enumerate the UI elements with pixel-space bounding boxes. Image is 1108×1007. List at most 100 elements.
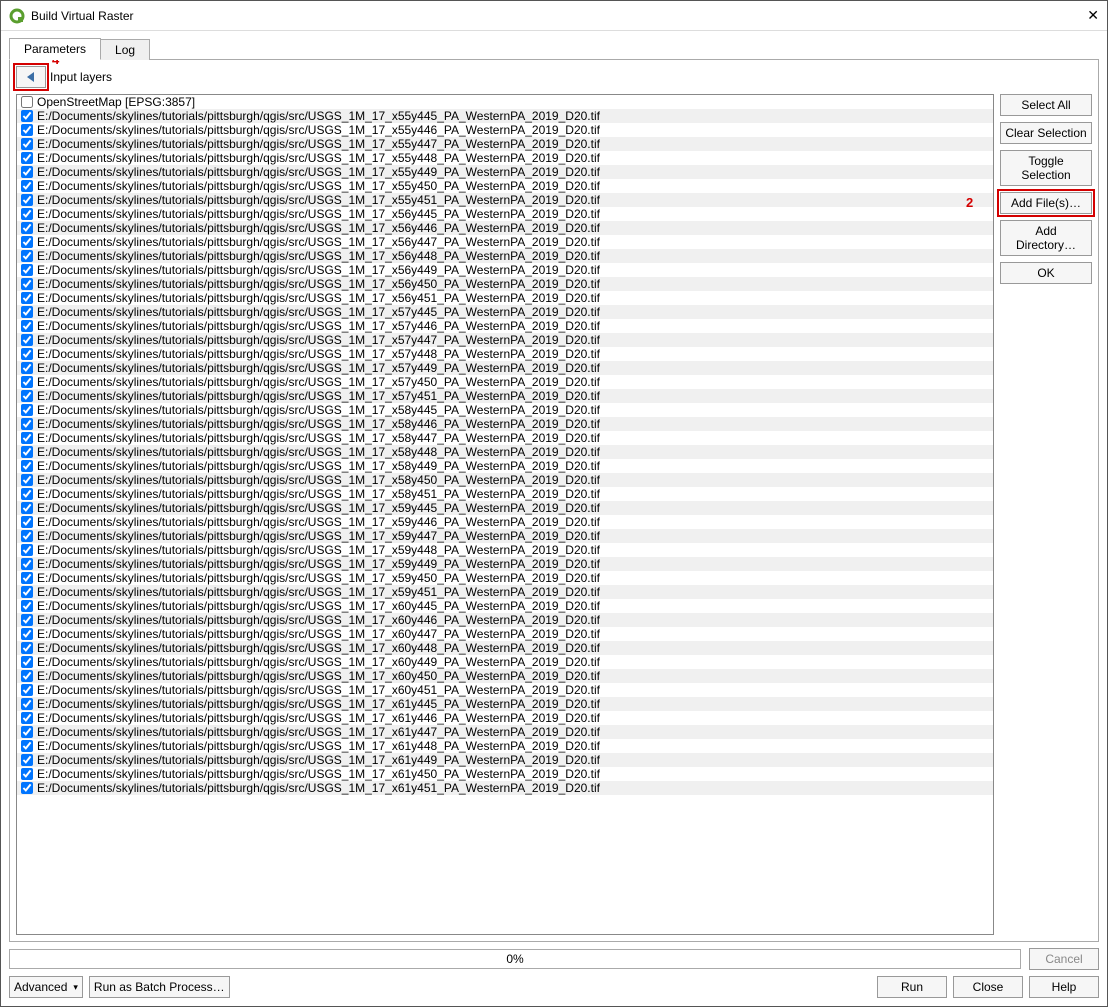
list-item[interactable]: E:/Documents/skylines/tutorials/pittsbur… bbox=[17, 137, 993, 151]
list-item-checkbox[interactable] bbox=[21, 502, 33, 514]
list-item[interactable]: E:/Documents/skylines/tutorials/pittsbur… bbox=[17, 585, 993, 599]
list-item[interactable]: E:/Documents/skylines/tutorials/pittsbur… bbox=[17, 613, 993, 627]
help-button[interactable]: Help bbox=[1029, 976, 1099, 998]
list-item[interactable]: E:/Documents/skylines/tutorials/pittsbur… bbox=[17, 543, 993, 557]
list-item[interactable]: E:/Documents/skylines/tutorials/pittsbur… bbox=[17, 333, 993, 347]
ok-button[interactable]: OK bbox=[1000, 262, 1092, 284]
list-item-checkbox[interactable] bbox=[21, 404, 33, 416]
list-item[interactable]: E:/Documents/skylines/tutorials/pittsbur… bbox=[17, 263, 993, 277]
list-item-checkbox[interactable] bbox=[21, 278, 33, 290]
list-item[interactable]: E:/Documents/skylines/tutorials/pittsbur… bbox=[17, 375, 993, 389]
list-item[interactable]: E:/Documents/skylines/tutorials/pittsbur… bbox=[17, 347, 993, 361]
list-item[interactable]: E:/Documents/skylines/tutorials/pittsbur… bbox=[17, 165, 993, 179]
list-item[interactable]: E:/Documents/skylines/tutorials/pittsbur… bbox=[17, 627, 993, 641]
list-item[interactable]: E:/Documents/skylines/tutorials/pittsbur… bbox=[17, 473, 993, 487]
list-item[interactable]: E:/Documents/skylines/tutorials/pittsbur… bbox=[17, 417, 993, 431]
list-item-checkbox[interactable] bbox=[21, 726, 33, 738]
list-item-checkbox[interactable] bbox=[21, 614, 33, 626]
list-item[interactable]: E:/Documents/skylines/tutorials/pittsbur… bbox=[17, 249, 993, 263]
list-item[interactable]: E:/Documents/skylines/tutorials/pittsbur… bbox=[17, 711, 993, 725]
list-item[interactable]: E:/Documents/skylines/tutorials/pittsbur… bbox=[17, 655, 993, 669]
list-item[interactable]: E:/Documents/skylines/tutorials/pittsbur… bbox=[17, 571, 993, 585]
run-batch-button[interactable]: Run as Batch Process… bbox=[89, 976, 230, 998]
list-item[interactable]: E:/Documents/skylines/tutorials/pittsbur… bbox=[17, 291, 993, 305]
advanced-button[interactable]: Advanced ▾ bbox=[9, 976, 83, 998]
tab-parameters[interactable]: Parameters bbox=[9, 38, 101, 60]
list-item[interactable]: E:/Documents/skylines/tutorials/pittsbur… bbox=[17, 501, 993, 515]
list-item-checkbox[interactable] bbox=[21, 628, 33, 640]
list-item[interactable]: E:/Documents/skylines/tutorials/pittsbur… bbox=[17, 403, 993, 417]
list-item-checkbox[interactable] bbox=[21, 460, 33, 472]
list-item[interactable]: E:/Documents/skylines/tutorials/pittsbur… bbox=[17, 669, 993, 683]
add-files-button[interactable]: Add File(s)… bbox=[1000, 192, 1092, 214]
list-item-checkbox[interactable] bbox=[21, 656, 33, 668]
list-item[interactable]: E:/Documents/skylines/tutorials/pittsbur… bbox=[17, 277, 993, 291]
list-item-checkbox[interactable] bbox=[21, 292, 33, 304]
list-item-checkbox[interactable] bbox=[21, 544, 33, 556]
list-item[interactable]: E:/Documents/skylines/tutorials/pittsbur… bbox=[17, 305, 993, 319]
list-item[interactable]: E:/Documents/skylines/tutorials/pittsbur… bbox=[17, 515, 993, 529]
list-item-checkbox[interactable] bbox=[21, 166, 33, 178]
list-item-checkbox[interactable] bbox=[21, 376, 33, 388]
close-button[interactable]: Close bbox=[953, 976, 1023, 998]
back-button[interactable] bbox=[16, 66, 46, 88]
list-item-checkbox[interactable] bbox=[21, 586, 33, 598]
list-item-checkbox[interactable] bbox=[21, 418, 33, 430]
list-item-checkbox[interactable] bbox=[21, 194, 33, 206]
list-item-checkbox[interactable] bbox=[21, 558, 33, 570]
list-item-checkbox[interactable] bbox=[21, 782, 33, 794]
list-item-checkbox[interactable] bbox=[21, 530, 33, 542]
list-item-checkbox[interactable] bbox=[21, 740, 33, 752]
list-item-checkbox[interactable] bbox=[21, 96, 33, 108]
list-item[interactable]: E:/Documents/skylines/tutorials/pittsbur… bbox=[17, 361, 993, 375]
list-item[interactable]: E:/Documents/skylines/tutorials/pittsbur… bbox=[17, 235, 993, 249]
list-item-checkbox[interactable] bbox=[21, 250, 33, 262]
list-item-checkbox[interactable] bbox=[21, 362, 33, 374]
list-item-checkbox[interactable] bbox=[21, 474, 33, 486]
list-item-checkbox[interactable] bbox=[21, 698, 33, 710]
list-item[interactable]: E:/Documents/skylines/tutorials/pittsbur… bbox=[17, 179, 993, 193]
list-item-checkbox[interactable] bbox=[21, 642, 33, 654]
list-item-checkbox[interactable] bbox=[21, 306, 33, 318]
list-item[interactable]: E:/Documents/skylines/tutorials/pittsbur… bbox=[17, 109, 993, 123]
list-item[interactable]: OpenStreetMap [EPSG:3857] bbox=[17, 95, 993, 109]
list-item[interactable]: E:/Documents/skylines/tutorials/pittsbur… bbox=[17, 389, 993, 403]
list-item-checkbox[interactable] bbox=[21, 138, 33, 150]
list-item-checkbox[interactable] bbox=[21, 124, 33, 136]
list-item-checkbox[interactable] bbox=[21, 152, 33, 164]
list-item-checkbox[interactable] bbox=[21, 712, 33, 724]
list-item[interactable]: E:/Documents/skylines/tutorials/pittsbur… bbox=[17, 319, 993, 333]
clear-selection-button[interactable]: Clear Selection bbox=[1000, 122, 1092, 144]
list-item[interactable]: E:/Documents/skylines/tutorials/pittsbur… bbox=[17, 487, 993, 501]
list-item-checkbox[interactable] bbox=[21, 768, 33, 780]
list-item[interactable]: E:/Documents/skylines/tutorials/pittsbur… bbox=[17, 599, 993, 613]
list-item[interactable]: E:/Documents/skylines/tutorials/pittsbur… bbox=[17, 557, 993, 571]
list-item-checkbox[interactable] bbox=[21, 670, 33, 682]
list-item[interactable]: E:/Documents/skylines/tutorials/pittsbur… bbox=[17, 725, 993, 739]
list-item-checkbox[interactable] bbox=[21, 488, 33, 500]
list-item[interactable]: E:/Documents/skylines/tutorials/pittsbur… bbox=[17, 641, 993, 655]
list-item[interactable]: E:/Documents/skylines/tutorials/pittsbur… bbox=[17, 753, 993, 767]
list-item[interactable]: E:/Documents/skylines/tutorials/pittsbur… bbox=[17, 221, 993, 235]
list-item-checkbox[interactable] bbox=[21, 348, 33, 360]
list-item[interactable]: E:/Documents/skylines/tutorials/pittsbur… bbox=[17, 431, 993, 445]
list-item-checkbox[interactable] bbox=[21, 432, 33, 444]
list-item[interactable]: E:/Documents/skylines/tutorials/pittsbur… bbox=[17, 697, 993, 711]
list-item-checkbox[interactable] bbox=[21, 754, 33, 766]
list-item-checkbox[interactable] bbox=[21, 572, 33, 584]
list-item-checkbox[interactable] bbox=[21, 446, 33, 458]
list-item-checkbox[interactable] bbox=[21, 600, 33, 612]
list-item-checkbox[interactable] bbox=[21, 222, 33, 234]
select-all-button[interactable]: Select All bbox=[1000, 94, 1092, 116]
list-item-checkbox[interactable] bbox=[21, 390, 33, 402]
tab-log[interactable]: Log bbox=[100, 39, 150, 60]
close-icon[interactable]: ✕ bbox=[1069, 7, 1099, 24]
list-item[interactable]: E:/Documents/skylines/tutorials/pittsbur… bbox=[17, 739, 993, 753]
layer-listbox[interactable]: OpenStreetMap [EPSG:3857] E:/Documents/sk… bbox=[16, 94, 994, 935]
list-item-checkbox[interactable] bbox=[21, 516, 33, 528]
list-item[interactable]: E:/Documents/skylines/tutorials/pittsbur… bbox=[17, 123, 993, 137]
list-item[interactable]: E:/Documents/skylines/tutorials/pittsbur… bbox=[17, 445, 993, 459]
list-item[interactable]: E:/Documents/skylines/tutorials/pittsbur… bbox=[17, 767, 993, 781]
list-item[interactable]: E:/Documents/skylines/tutorials/pittsbur… bbox=[17, 193, 993, 207]
list-item-checkbox[interactable] bbox=[21, 684, 33, 696]
